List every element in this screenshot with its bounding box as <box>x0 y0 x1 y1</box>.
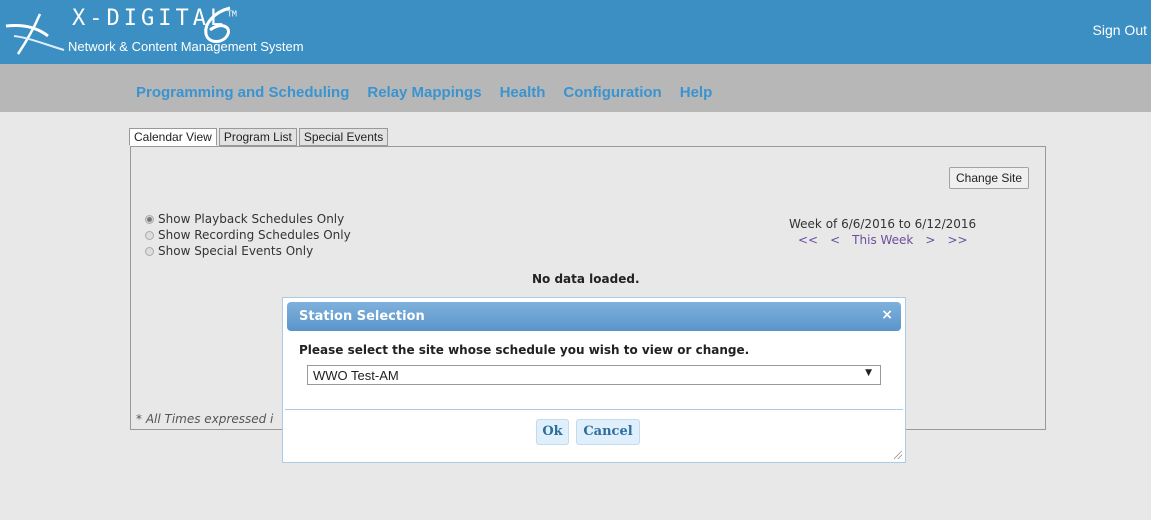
sign-out-link[interactable]: Sign Out <box>1093 22 1147 38</box>
next-week-link[interactable]: > <box>925 233 935 247</box>
ok-button[interactable]: Ok <box>536 419 569 445</box>
this-week-link[interactable]: This Week <box>852 233 913 247</box>
close-icon[interactable]: × <box>881 307 893 323</box>
app-header: X-DIGITALTM Network & Content Management… <box>0 0 1151 64</box>
schedule-filter-group: Show Playback Schedules Only Show Record… <box>145 211 351 259</box>
nav-configuration[interactable]: Configuration <box>563 84 661 101</box>
radio-label: Show Recording Schedules Only <box>158 228 351 242</box>
radio-label: Show Special Events Only <box>158 244 314 258</box>
radio-special-events-icon[interactable] <box>145 246 154 256</box>
dialog-titlebar[interactable]: Station Selection × <box>287 302 901 331</box>
week-range-label: Week of 6/6/2016 to 6/12/2016 <box>789 217 977 231</box>
tab-program-list[interactable]: Program List <box>218 128 297 146</box>
first-week-link[interactable]: << <box>798 233 818 247</box>
dialog-divider <box>285 409 903 410</box>
tab-special-events[interactable]: Special Events <box>298 128 389 146</box>
dialog-prompt: Please select the site whose schedule yo… <box>299 343 750 357</box>
site-select[interactable]: WWO Test-AM ▼ <box>307 365 881 385</box>
radio-recording-icon[interactable] <box>145 230 154 240</box>
main-nav: Programming and Scheduling Relay Mapping… <box>0 64 1151 112</box>
week-navigation: << < This Week > >> <box>798 233 968 247</box>
nav-health[interactable]: Health <box>500 84 546 101</box>
nav-programming-and-scheduling[interactable]: Programming and Scheduling <box>136 84 349 101</box>
chevron-down-icon: ▼ <box>865 368 872 378</box>
radio-label: Show Playback Schedules Only <box>158 212 345 226</box>
nav-help[interactable]: Help <box>680 84 713 101</box>
schedule-filter-recording[interactable]: Show Recording Schedules Only <box>145 227 351 243</box>
change-site-button[interactable]: Change Site <box>949 167 1030 189</box>
site-select-value: WWO Test-AM <box>313 368 399 383</box>
view-tabs: Calendar View Program List Special Event… <box>129 128 389 146</box>
no-data-message: No data loaded. <box>532 272 640 286</box>
brand-subtitle: Network & Content Management System <box>68 39 304 54</box>
last-week-link[interactable]: >> <box>947 233 967 247</box>
station-selection-dialog: Station Selection × Please select the si… <box>282 297 906 463</box>
schedule-filter-special-events[interactable]: Show Special Events Only <box>145 243 351 259</box>
cancel-button[interactable]: Cancel <box>576 419 640 445</box>
nav-relay-mappings[interactable]: Relay Mappings <box>367 84 481 101</box>
dialog-title: Station Selection <box>299 309 425 324</box>
nav-items: Programming and Scheduling Relay Mapping… <box>136 84 712 101</box>
resize-grip-icon[interactable] <box>894 451 902 459</box>
schedule-filter-playback[interactable]: Show Playback Schedules Only <box>145 211 351 227</box>
prev-week-link[interactable]: < <box>830 233 840 247</box>
radio-playback-icon[interactable] <box>145 214 154 224</box>
timezone-footnote: * All Times expressed i <box>136 412 274 426</box>
logo-swoosh-icon <box>5 13 65 55</box>
tab-calendar-view[interactable]: Calendar View <box>129 128 217 146</box>
